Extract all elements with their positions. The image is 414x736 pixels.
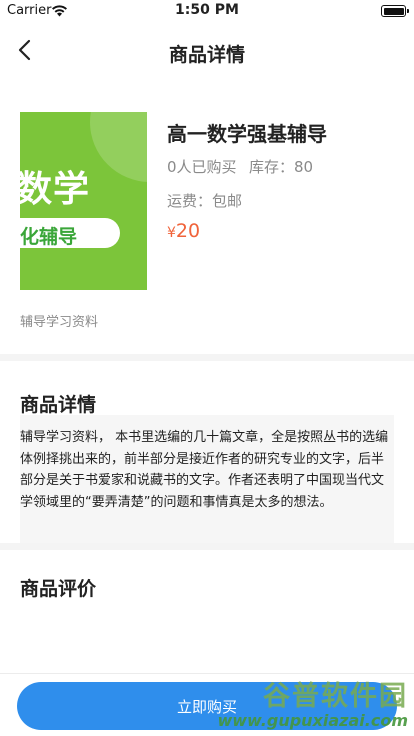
- watermark-url: www.gupuxiazai.com: [217, 711, 408, 730]
- watermark: 谷普软件园 www.gupuxiazai.com: [217, 674, 408, 730]
- product-price: ¥20: [167, 220, 200, 242]
- clock: 1:50 PM: [175, 2, 239, 18]
- product-subtitle: 辅导学习资料: [20, 315, 99, 330]
- status-bar: Carrier 1:50 PM: [0, 0, 414, 22]
- product-image[interactable]: 数学 化辅导: [20, 112, 147, 290]
- currency-symbol: ¥: [167, 225, 176, 241]
- product-image-tag: 化辅导: [20, 226, 78, 248]
- nav-bar: 商品详情: [0, 22, 414, 80]
- watermark-logo: 谷普软件园: [263, 681, 408, 712]
- details-title: 商品详情: [20, 394, 97, 416]
- shipping-fee: 运费：包邮: [167, 192, 243, 210]
- details-content: 辅导学习资料， 本书里选编的几十篇文章，全是按照丛书的选编体例择挑出来的，前半部…: [20, 415, 394, 543]
- details-text: 辅导学习资料， 本书里选编的几十篇文章，全是按照丛书的选编体例择挑出来的，前半部…: [20, 430, 389, 510]
- sold-count: 0人已购买: [167, 158, 237, 176]
- product-image-title: 数学: [20, 169, 91, 210]
- section-divider: [0, 543, 414, 550]
- stock-count: 库存：80: [249, 158, 314, 176]
- price-value: 20: [175, 220, 201, 242]
- section-divider: [0, 354, 414, 361]
- reviews-title: 商品评价: [20, 578, 97, 600]
- page-title: 商品详情: [168, 44, 245, 66]
- product-info: 数学 化辅导 高一数学强基辅导 0人已购买 库存：80 运费：包邮 ¥20 辅导…: [0, 80, 414, 354]
- battery-icon: [381, 5, 409, 17]
- product-name: 高一数学强基辅导: [167, 122, 327, 146]
